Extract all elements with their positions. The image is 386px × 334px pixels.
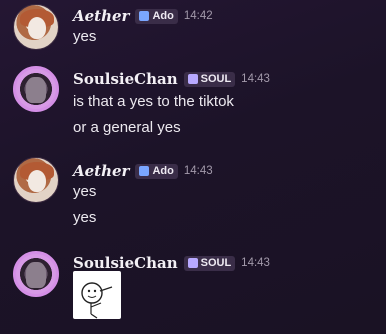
clan-tag[interactable]: SOUL bbox=[183, 71, 236, 87]
aether-avatar[interactable] bbox=[13, 157, 59, 203]
avatar-face bbox=[28, 170, 46, 192]
clan-ado-icon bbox=[139, 11, 150, 21]
clan-ado-icon bbox=[139, 166, 150, 176]
message-text: yes bbox=[73, 28, 97, 45]
clan-tag-label: SOUL bbox=[200, 257, 232, 269]
aether-avatar[interactable] bbox=[13, 4, 59, 50]
sticker-image[interactable] bbox=[73, 271, 121, 319]
avatar-figure bbox=[26, 262, 46, 288]
soulsie-avatar[interactable] bbox=[13, 251, 59, 297]
clan-soul-icon bbox=[187, 74, 198, 84]
author-name[interactable]: Aether bbox=[73, 7, 129, 25]
message-text: yes bbox=[73, 183, 97, 200]
message-header: Aether Ado 14:42 bbox=[73, 7, 213, 25]
clan-tag-label: Ado bbox=[152, 10, 174, 22]
avatar-face bbox=[28, 17, 46, 39]
timestamp: 14:43 bbox=[241, 257, 270, 269]
message-text: or a general yes bbox=[73, 119, 181, 136]
message-text: is that a yes to the tiktok bbox=[73, 93, 234, 110]
clan-tag[interactable]: Ado bbox=[135, 163, 178, 179]
message-header: SoulsieChan SOUL 14:43 bbox=[73, 70, 270, 88]
author-name[interactable]: SoulsieChan bbox=[73, 254, 178, 272]
message-header: SoulsieChan SOUL 14:43 bbox=[73, 254, 270, 272]
timestamp: 14:42 bbox=[183, 10, 213, 22]
clan-tag-label: SOUL bbox=[200, 73, 232, 85]
soulsie-avatar[interactable] bbox=[13, 66, 59, 112]
avatar-figure bbox=[26, 77, 46, 103]
author-name[interactable]: SoulsieChan bbox=[73, 70, 178, 88]
clan-tag[interactable]: Ado bbox=[135, 8, 178, 24]
clan-soul-icon bbox=[187, 258, 198, 268]
timestamp: 14:43 bbox=[183, 165, 213, 177]
message-header: Aether Ado 14:43 bbox=[73, 162, 213, 180]
timestamp: 14:43 bbox=[241, 73, 270, 85]
message-text: yes bbox=[73, 209, 97, 226]
sticker-drawing bbox=[81, 282, 113, 319]
clan-tag[interactable]: SOUL bbox=[183, 255, 236, 271]
clan-tag-label: Ado bbox=[152, 165, 174, 177]
author-name[interactable]: Aether bbox=[73, 162, 129, 180]
